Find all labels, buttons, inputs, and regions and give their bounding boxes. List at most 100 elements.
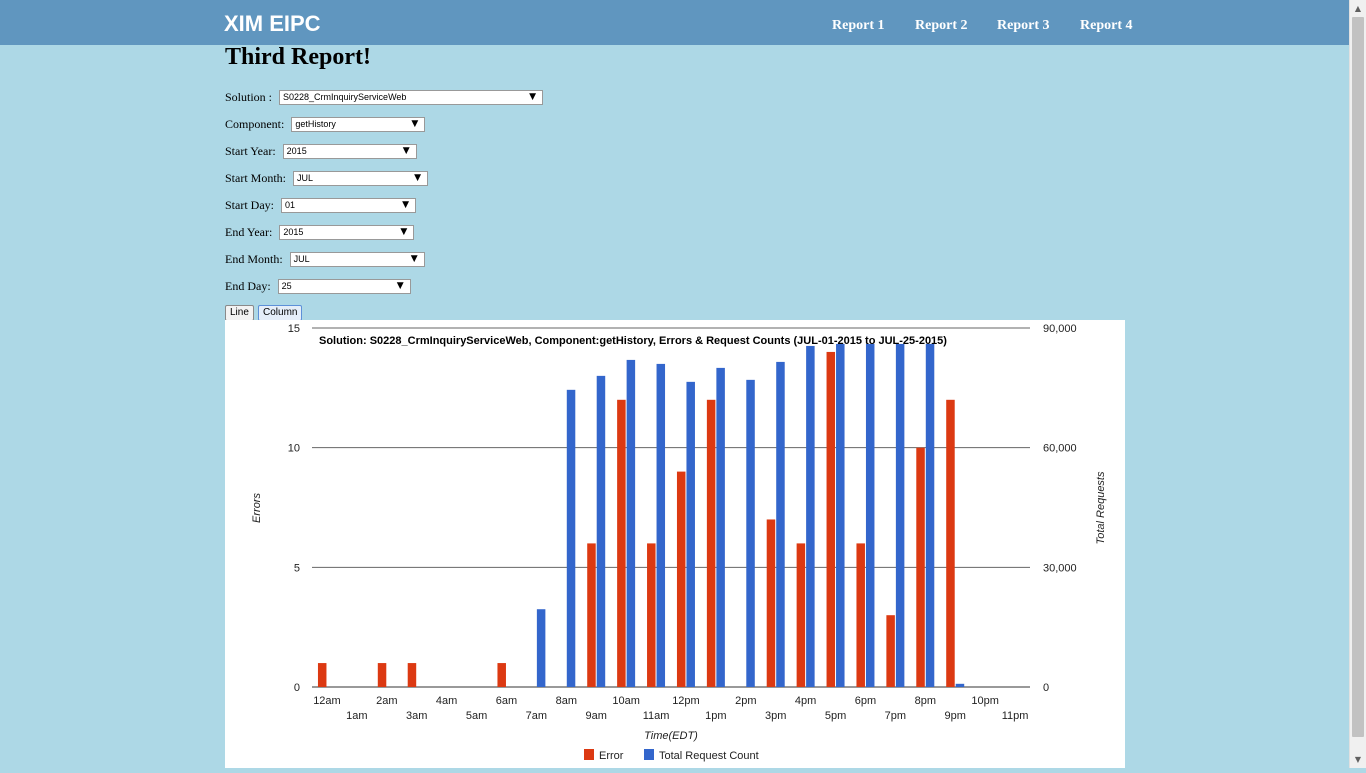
nav-link-report-1[interactable]: Report 1 xyxy=(832,18,885,34)
bar-error xyxy=(407,663,417,687)
dropdown-arrow-icon: ▼ xyxy=(411,118,419,129)
x-tick-label: 12pm xyxy=(672,695,700,707)
x-tick-label: 7am xyxy=(526,710,547,722)
bar-error xyxy=(946,399,955,687)
legend-label-error: Error xyxy=(599,750,624,762)
x-tick-label: 2am xyxy=(376,695,397,707)
start-day-label: Start Day: xyxy=(225,198,274,213)
dropdown-arrow-icon: ▼ xyxy=(529,91,537,102)
start-month-row: Start Month: JUL ▼ xyxy=(225,168,429,186)
dropdown-arrow-icon: ▼ xyxy=(410,253,418,264)
legend-swatch-total-requests xyxy=(644,749,654,760)
bar-total-requests xyxy=(865,343,875,687)
page-title: Third Report! xyxy=(225,44,371,70)
x-tick-label: 8pm xyxy=(915,695,936,707)
start-month-label: Start Month: xyxy=(225,171,287,186)
component-select[interactable]: getHistory ▼ xyxy=(291,116,426,132)
x-tick-label: 2pm xyxy=(735,695,756,707)
start-month-select[interactable]: JUL ▼ xyxy=(293,170,429,186)
end-month-select[interactable]: JUL ▼ xyxy=(289,251,425,267)
chart-panel: 0 0 5 30,000 10 60,000 15 90,000 12am 1am 2am 3am 4a… xyxy=(225,320,1125,768)
start-year-select[interactable]: 2015 ▼ xyxy=(282,143,417,159)
bar-total-requests xyxy=(656,363,666,687)
nav-link-report-3[interactable]: Report 3 xyxy=(997,18,1050,34)
bar-error xyxy=(826,351,836,687)
component-label: Component: xyxy=(225,117,285,132)
x-tick-label: 5am xyxy=(466,710,487,722)
dropdown-arrow-icon: ▼ xyxy=(400,226,408,237)
bar-error xyxy=(676,471,686,687)
bar-total-requests xyxy=(566,389,576,687)
bar-error xyxy=(916,447,925,687)
y-tick-label-right: 0 xyxy=(1043,682,1049,694)
bar-total-requests xyxy=(776,361,785,687)
x-tick-label: 3am xyxy=(406,710,427,722)
end-year-select[interactable]: 2015 ▼ xyxy=(279,224,415,240)
vertical-scrollbar[interactable]: ▲ ▼ xyxy=(1349,0,1366,768)
x-tick-label: 3pm xyxy=(765,710,786,722)
bar-error xyxy=(886,615,895,687)
y-axis-title-left: Errors xyxy=(251,493,263,523)
x-tick-label: 10pm xyxy=(971,695,999,707)
x-tick-label: 12am xyxy=(313,695,341,707)
end-day-select[interactable]: 25 ▼ xyxy=(277,278,411,294)
start-year-row: Start Year: 2015 ▼ xyxy=(225,141,417,159)
bar-total-requests xyxy=(955,683,965,687)
errors-requests-chart: 0 0 5 30,000 10 60,000 15 90,000 12am 1am 2am 3am 4a… xyxy=(251,323,1107,762)
end-day-label: End Day: xyxy=(225,279,271,294)
navbar: XIM EIPC Report 1 Report 2 Report 3 Repo… xyxy=(0,0,1349,45)
x-tick-label: 6am xyxy=(496,695,517,707)
bar-error xyxy=(766,519,776,687)
start-day-value: 01 xyxy=(285,199,296,210)
bar-error xyxy=(587,543,596,687)
start-day-row: Start Day: 01 ▼ xyxy=(225,195,416,213)
end-month-row: End Month: JUL ▼ xyxy=(225,249,425,267)
scroll-thumb[interactable] xyxy=(1352,17,1364,737)
scroll-down-icon[interactable]: ▼ xyxy=(1350,751,1366,768)
bar-error xyxy=(706,399,716,687)
bar-total-requests xyxy=(626,359,636,687)
bar-error xyxy=(617,399,626,687)
bar-total-requests xyxy=(895,343,905,687)
y-tick-label-right: 90,000 xyxy=(1043,323,1077,335)
x-tick-label: 9am xyxy=(586,710,607,722)
bar-error xyxy=(377,663,387,687)
bar-total-requests xyxy=(925,343,935,687)
line-chart-button[interactable]: Line xyxy=(225,305,254,321)
end-year-label: End Year: xyxy=(225,225,273,240)
dropdown-arrow-icon: ▼ xyxy=(402,145,410,156)
start-year-label: Start Year: xyxy=(225,144,276,159)
bar-total-requests xyxy=(596,375,606,687)
column-chart-button[interactable]: Column xyxy=(258,305,303,321)
bar-error xyxy=(856,543,865,687)
nav-link-report-2[interactable]: Report 2 xyxy=(915,18,968,34)
end-year-value: 2015 xyxy=(283,226,304,237)
component-row: Component: getHistory ▼ xyxy=(225,114,426,132)
x-tick-label: 9pm xyxy=(945,710,966,722)
start-day-select[interactable]: 01 ▼ xyxy=(281,197,416,213)
x-tick-label: 1am xyxy=(346,710,367,722)
bar-error xyxy=(497,663,506,687)
bar-error xyxy=(796,543,806,687)
x-tick-label: 10am xyxy=(612,695,640,707)
x-axis-title: Time(EDT) xyxy=(644,730,698,742)
nav-link-report-4[interactable]: Report 4 xyxy=(1080,18,1133,34)
bar-total-requests xyxy=(686,381,695,687)
x-tick-label: 11am xyxy=(643,710,670,722)
y-tick-label-left: 15 xyxy=(288,323,300,335)
y-axis-title-right: Total Requests xyxy=(1095,471,1107,544)
start-year-value: 2015 xyxy=(286,145,307,156)
x-tick-label: 4am xyxy=(436,695,457,707)
solution-select[interactable]: S0228_CrmInquiryServiceWeb ▼ xyxy=(279,89,544,105)
scroll-up-icon[interactable]: ▲ xyxy=(1350,0,1366,17)
solution-label: Solution : xyxy=(225,90,273,105)
bar-total-requests xyxy=(716,367,725,687)
bar-error xyxy=(647,543,656,687)
y-tick-label-right: 30,000 xyxy=(1043,562,1077,574)
solution-row: Solution : S0228_CrmInquiryServiceWeb ▼ xyxy=(225,87,544,105)
x-tick-label: 1pm xyxy=(705,710,726,722)
x-tick-label: 8am xyxy=(556,695,577,707)
bar-total-requests xyxy=(746,379,755,687)
brand-logo[interactable]: XIM EIPC xyxy=(224,11,321,37)
legend-swatch-error xyxy=(584,749,594,760)
